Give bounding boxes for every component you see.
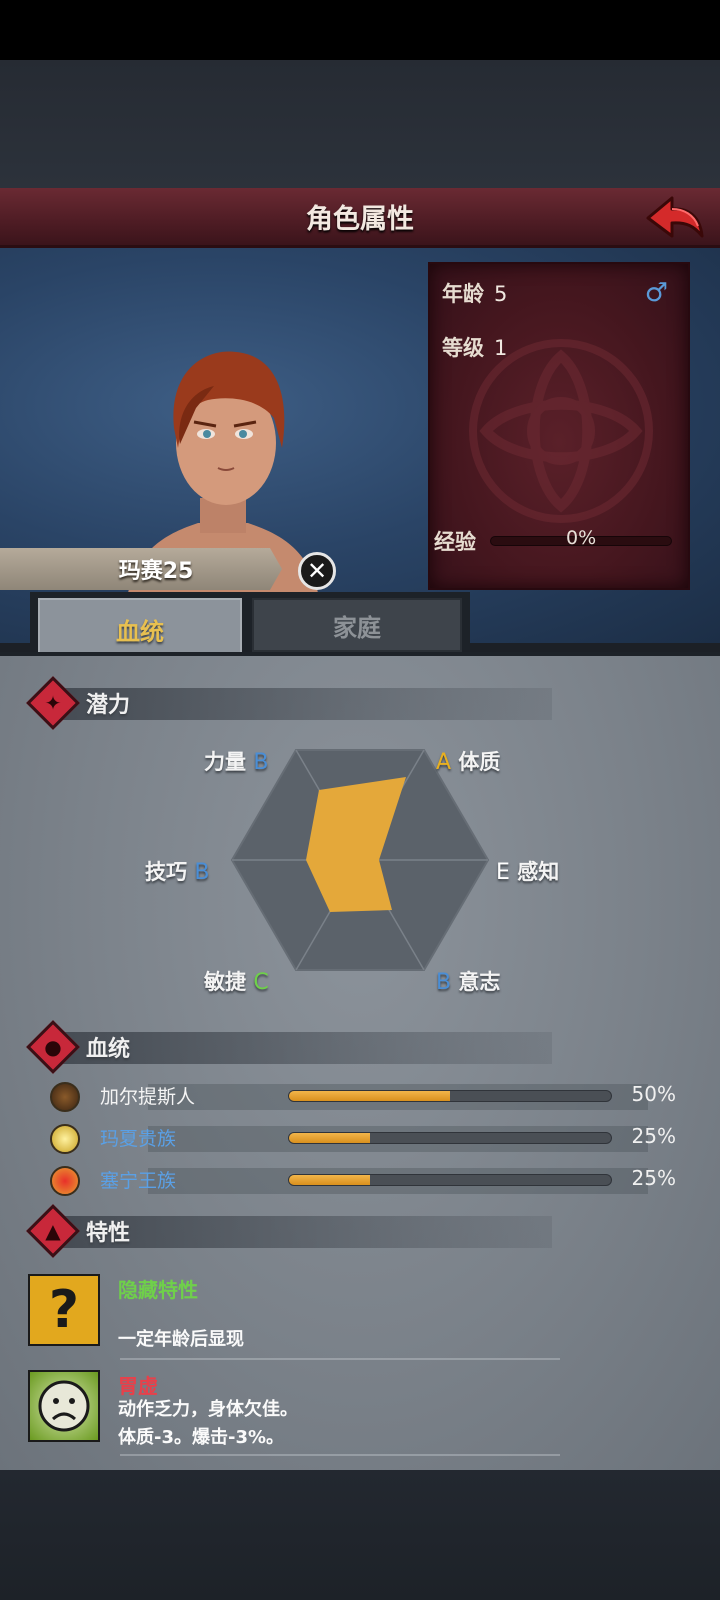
character-stats-panel: 年龄 5 ♂ 等级 1 经验 0% xyxy=(428,262,690,590)
stat-perception-grade: E xyxy=(496,860,510,885)
crown-emblem-icon xyxy=(50,1166,80,1196)
bloodline-bar xyxy=(288,1132,612,1144)
stat-perception: E 感知 xyxy=(496,856,559,886)
bloodline-percent: 25% xyxy=(631,1166,676,1190)
trait-item[interactable]: 胃虚 动作乏力，身体欠佳。 体质-3。爆击-3%。 xyxy=(28,1370,688,1450)
level-label: 等级 xyxy=(442,336,484,360)
character-name: 玛赛25 xyxy=(118,559,194,584)
bloodline-bar xyxy=(288,1174,612,1186)
stat-skill: 技巧 B xyxy=(145,856,209,886)
bloodline-name: 塞宁王族 xyxy=(100,1170,177,1192)
potential-title: 潜力 xyxy=(86,693,131,718)
traits-section-header: ▲ 特性 xyxy=(26,1204,552,1258)
stat-skill-grade: B xyxy=(194,860,210,885)
stat-agility-grade: C xyxy=(253,970,269,995)
age-row: 年龄 5 xyxy=(442,278,507,308)
stat-constitution: A 体质 xyxy=(436,746,500,776)
bloodline-row: 塞宁王族 25% xyxy=(48,1164,688,1198)
stat-skill-name: 技巧 xyxy=(145,860,187,884)
compass-emblem-icon xyxy=(50,1124,80,1154)
trait-divider xyxy=(120,1358,560,1360)
trait-divider xyxy=(120,1454,560,1456)
bottom-backdrop xyxy=(0,1470,720,1600)
bloodline-row: 玛夏贵族 25% xyxy=(48,1122,688,1156)
page-title: 角色属性 xyxy=(306,204,414,235)
stat-willpower-grade: B xyxy=(436,970,452,995)
tab-bloodline[interactable]: 血统 xyxy=(38,598,242,658)
bloodline-percent: 50% xyxy=(631,1082,676,1106)
character-name-plate: 玛赛25 xyxy=(0,548,282,590)
trait-item[interactable]: ? 隐藏特性 一定年龄后显现 xyxy=(28,1274,688,1354)
traits-title: 特性 xyxy=(86,1221,131,1246)
stat-willpower: B 意志 xyxy=(436,966,500,996)
stat-strength: 力量 B xyxy=(204,746,268,776)
exp-label: 经验 xyxy=(434,530,476,554)
stat-agility-name: 敏捷 xyxy=(204,970,246,994)
bloodline-name: 玛夏贵族 xyxy=(100,1128,177,1150)
bloodline-bar xyxy=(288,1090,612,1102)
celtic-knot-emblem xyxy=(469,339,653,523)
level-row: 等级 1 xyxy=(442,332,507,362)
level-value: 1 xyxy=(494,336,508,360)
trait-name: 隐藏特性 xyxy=(118,1278,198,1302)
question-mark-icon: ? xyxy=(28,1274,100,1346)
title-bar: 角色属性 xyxy=(0,188,720,248)
bloodline-row: 加尔提斯人 50% xyxy=(48,1080,688,1114)
stat-perception-name: 感知 xyxy=(517,860,560,884)
stat-strength-name: 力量 xyxy=(204,750,246,774)
trait-effect: 体质-3。爆击-3%。 xyxy=(118,1427,285,1448)
trait-name: 胃虚 xyxy=(118,1374,158,1398)
close-icon[interactable]: ✕ xyxy=(298,552,336,590)
age-value: 5 xyxy=(494,282,508,306)
tab-family[interactable]: 家庭 xyxy=(252,598,462,652)
bloodline-percent: 25% xyxy=(631,1124,676,1148)
exp-value: 0% xyxy=(566,527,597,549)
stat-constitution-grade: A xyxy=(436,750,452,775)
stat-strength-grade: B xyxy=(253,750,269,775)
header-backdrop xyxy=(0,60,720,190)
stat-agility: 敏捷 C xyxy=(204,966,269,996)
bloodline-title: 血统 xyxy=(86,1037,131,1062)
male-symbol-icon: ♂ xyxy=(644,278,668,308)
trait-description: 一定年龄后显现 xyxy=(118,1329,244,1350)
status-bar xyxy=(0,0,720,60)
age-label: 年龄 xyxy=(442,282,484,306)
bloodline-section-header: ● 血统 xyxy=(26,1020,552,1074)
stat-constitution-name: 体质 xyxy=(458,750,501,774)
trait-description: 动作乏力，身体欠佳。 xyxy=(118,1399,298,1420)
bull-emblem-icon xyxy=(50,1082,80,1112)
stat-willpower-name: 意志 xyxy=(458,970,501,994)
bloodline-name: 加尔提斯人 xyxy=(100,1086,196,1108)
sad-face-icon xyxy=(28,1370,100,1442)
back-arrow-icon[interactable] xyxy=(644,192,706,244)
